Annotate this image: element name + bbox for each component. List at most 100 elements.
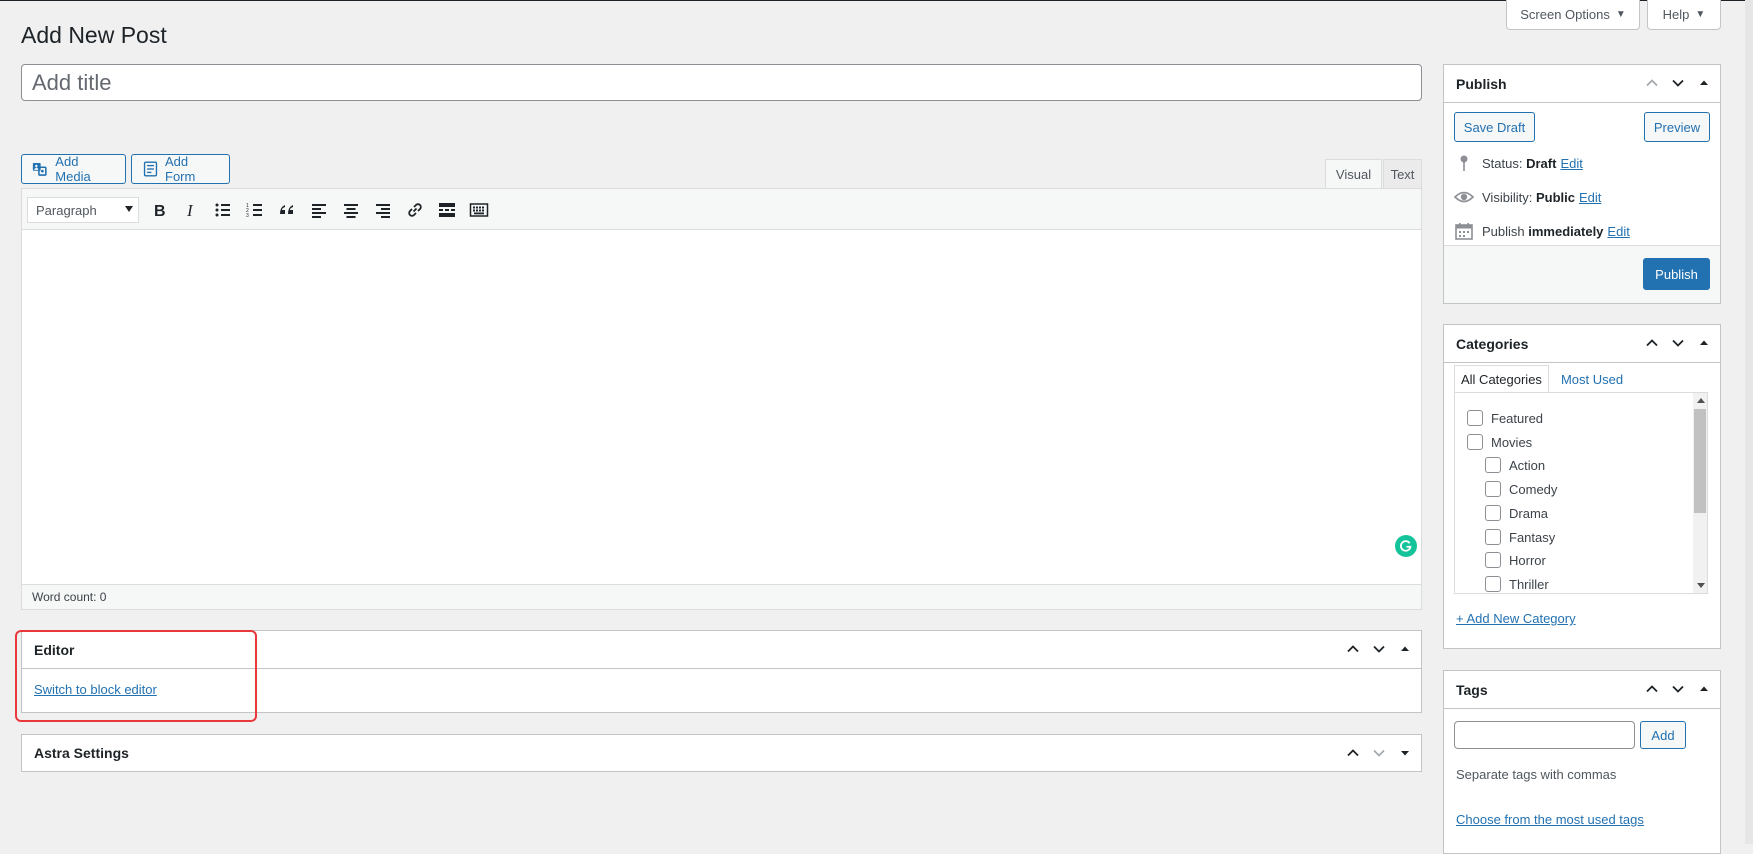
add-form-button[interactable]: Add Form [131,154,230,184]
toggle-panel-button[interactable] [1395,639,1415,659]
astra-settings-postbox: Astra Settings [21,734,1422,772]
status-row: Status: Draft Edit [1454,153,1583,173]
read-more-button[interactable] [434,198,460,222]
save-draft-label: Save Draft [1463,119,1526,135]
category-movies[interactable]: Movies [1467,433,1532,451]
scroll-down-arrow-icon[interactable] [1697,583,1705,588]
toggle-panel-button[interactable] [1395,743,1415,763]
help-button[interactable]: Help ▼ [1647,0,1721,30]
category-checkbox[interactable] [1485,529,1501,545]
triangle-up-icon [1700,686,1708,691]
category-checkbox[interactable] [1485,457,1501,473]
category-label: Comedy [1509,481,1558,497]
choose-most-used-tags-link[interactable]: Choose from the most used tags [1456,812,1644,827]
category-horror[interactable]: Horror [1485,551,1546,569]
bold-button[interactable]: B [146,198,172,222]
chevron-down-icon [125,206,133,212]
preview-button[interactable]: Preview [1644,112,1710,142]
postbox-controls [1642,73,1714,93]
new-tag-input[interactable] [1454,721,1635,749]
tab-all-categories-label: All Categories [1461,371,1542,387]
bulleted-list-button[interactable] [210,198,236,222]
screen-options-button[interactable]: Screen Options ▼ [1506,0,1640,30]
add-tag-label: Add [1651,727,1675,743]
move-down-button[interactable] [1668,333,1688,353]
categories-header: Categories [1444,325,1720,362]
divider [22,668,1421,669]
scroll-thumb[interactable] [1694,409,1706,513]
page-scrollbar[interactable] [1745,0,1753,844]
postbox-controls [1642,333,1714,353]
move-up-button[interactable] [1642,73,1662,93]
move-up-button[interactable] [1642,679,1662,699]
status-edit-link[interactable]: Edit [1560,156,1582,171]
move-down-button[interactable] [1369,639,1389,659]
add-tag-button[interactable]: Add [1640,721,1686,749]
publish-button[interactable]: Publish [1643,258,1710,290]
toggle-panel-button[interactable] [1694,73,1714,93]
chevron-up-icon [1646,685,1658,693]
triangle-up-icon [1700,340,1708,345]
move-up-button[interactable] [1343,743,1363,763]
format-select[interactable]: Paragraph [27,197,139,223]
visibility-label: Visibility: [1482,189,1533,205]
svg-text:B: B [154,203,166,220]
post-title-input[interactable] [21,64,1422,101]
category-fantasy[interactable]: Fantasy [1485,528,1555,546]
visibility-edit-link[interactable]: Edit [1579,190,1601,205]
publish-date-edit-link[interactable]: Edit [1607,224,1629,239]
add-media-button[interactable]: Add Media [21,154,126,184]
tab-text[interactable]: Text [1383,159,1422,189]
italic-icon: I [186,201,194,220]
category-comedy[interactable]: Comedy [1485,480,1557,498]
category-label: Featured [1491,410,1544,426]
tags-title: Tags [1456,681,1488,698]
status-value: Draft [1526,155,1557,171]
move-up-button[interactable] [1343,639,1363,659]
tab-most-used[interactable]: Most Used [1555,365,1629,393]
category-scrollbar[interactable] [1693,393,1707,593]
divider [1444,708,1720,709]
category-checkbox[interactable] [1485,552,1501,568]
category-checkbox[interactable] [1485,576,1501,592]
grammarly-icon[interactable] [1395,535,1417,557]
tab-visual[interactable]: Visual [1325,159,1382,189]
category-action[interactable]: Action [1485,456,1545,474]
category-featured[interactable]: Featured [1467,409,1543,427]
editor-postbox: Editor Switch to block editor [21,630,1422,713]
italic-button[interactable]: I [178,198,204,222]
toolbar-toggle-button[interactable] [466,198,492,222]
move-down-button[interactable] [1369,743,1389,763]
move-down-button[interactable] [1668,679,1688,699]
save-draft-button[interactable]: Save Draft [1454,112,1535,142]
switch-to-block-editor-link[interactable]: Switch to block editor [34,682,157,697]
category-checkbox[interactable] [1485,505,1501,521]
link-button[interactable] [402,198,428,222]
toggle-panel-button[interactable] [1694,333,1714,353]
editor-content-area[interactable] [22,231,1421,583]
align-center-button[interactable] [338,198,364,222]
numbered-list-button[interactable]: 1 2 3 [242,198,268,222]
category-checkbox[interactable] [1485,481,1501,497]
add-new-category-link[interactable]: + Add New Category [1456,611,1576,626]
triangle-down-icon [1401,751,1409,756]
scroll-up-arrow-icon[interactable] [1697,398,1705,403]
category-checkbox[interactable] [1467,410,1483,426]
toggle-panel-button[interactable] [1694,679,1714,699]
category-thriller[interactable]: Thriller [1485,575,1549,593]
publish-button-label: Publish [1655,266,1698,282]
add-form-label: Add Form [165,154,196,184]
category-drama[interactable]: Drama [1485,504,1548,522]
align-right-button[interactable] [370,198,396,222]
category-label: Fantasy [1509,529,1556,545]
category-checkbox[interactable] [1467,434,1483,450]
align-left-button[interactable] [306,198,332,222]
tab-all-categories[interactable]: All Categories [1454,365,1549,393]
category-checklist: Featured Movies Action Comedy Drama Fant… [1454,392,1708,594]
publish-value: immediately [1528,223,1604,239]
move-down-button[interactable] [1668,73,1688,93]
move-up-button[interactable] [1642,333,1662,353]
classic-editor: Paragraph B I 1 2 3 Word count: 0 [21,188,1422,610]
blockquote-button[interactable] [274,198,300,222]
tab-text-label: Text [1390,166,1415,182]
